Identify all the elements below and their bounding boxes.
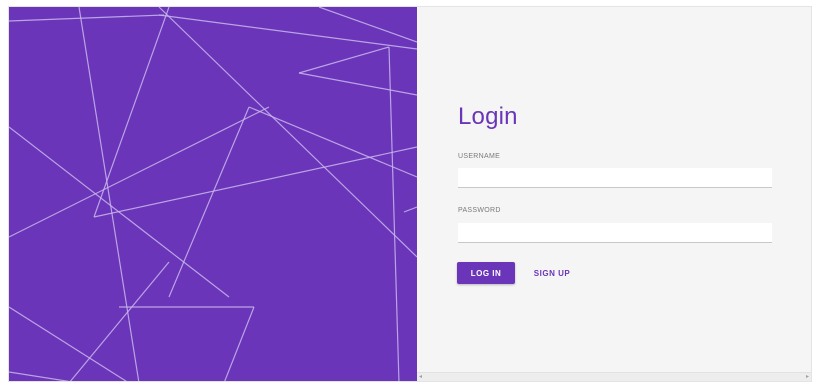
geometric-lines-illustration bbox=[9, 7, 417, 381]
decorative-art-panel bbox=[9, 7, 417, 381]
username-label: USERNAME bbox=[458, 153, 501, 160]
app-window: Login USERNAME PASSWORD LOG IN SIGN UP ◂… bbox=[8, 6, 812, 382]
log-in-button[interactable]: LOG IN bbox=[457, 262, 515, 284]
login-title: Login bbox=[458, 103, 518, 130]
scroll-left-icon[interactable]: ◂ bbox=[419, 374, 422, 380]
password-input[interactable] bbox=[458, 223, 772, 243]
horizontal-scrollbar[interactable]: ◂ ▸ bbox=[417, 372, 811, 381]
login-panel: Login USERNAME PASSWORD LOG IN SIGN UP ◂… bbox=[417, 7, 811, 381]
username-input[interactable] bbox=[458, 168, 772, 188]
password-label: PASSWORD bbox=[458, 207, 501, 214]
scroll-right-icon[interactable]: ▸ bbox=[806, 374, 809, 380]
sign-up-button[interactable]: SIGN UP bbox=[527, 262, 577, 284]
